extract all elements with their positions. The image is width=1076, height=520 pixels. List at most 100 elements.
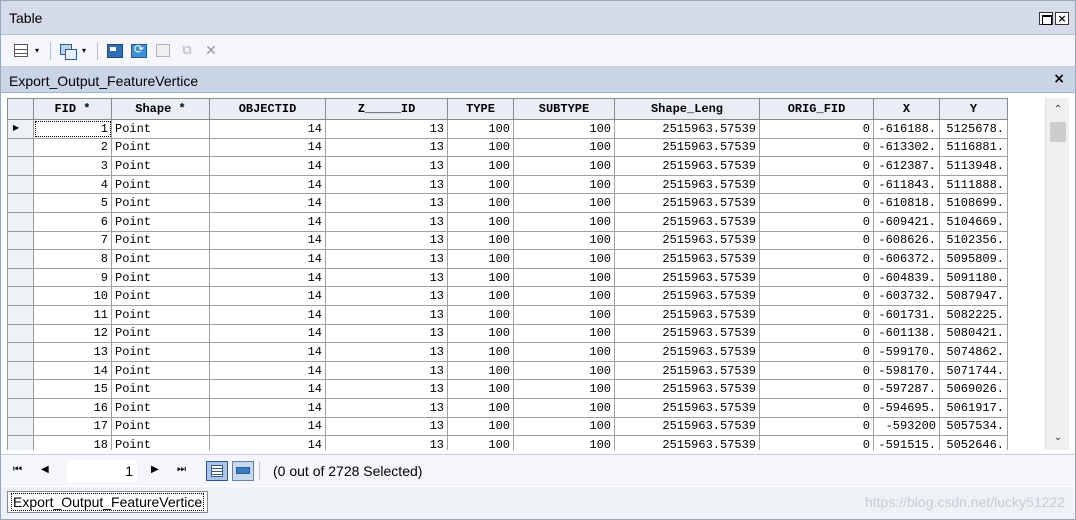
table-row[interactable]: 12 Point 14 13 100 100 2515963.57539 0 -601138. 5…	[7, 323, 1008, 344]
row-selector[interactable]	[7, 416, 34, 437]
table-cell[interactable]: 13	[325, 193, 448, 213]
table-cell[interactable]: 100	[447, 119, 514, 139]
table-cell[interactable]: 100	[513, 304, 615, 325]
table-cell[interactable]: 13	[325, 397, 448, 418]
vertical-scrollbar[interactable]: ⌃ ⌄	[1045, 98, 1069, 450]
table-cell[interactable]: -601138.	[873, 323, 940, 344]
column-header[interactable]: FID *	[33, 98, 112, 120]
table-cell[interactable]: 100	[447, 360, 514, 381]
table-row[interactable]: 11 Point 14 13 100 100 2515963.57539 0 -601731. 5…	[7, 304, 1008, 325]
table-cell[interactable]: 1	[33, 119, 112, 139]
clear-selection-icon[interactable]	[153, 42, 173, 60]
scroll-down-icon[interactable]: ⌄	[1046, 428, 1070, 448]
scroll-up-icon[interactable]: ⌃	[1046, 100, 1070, 120]
table-cell[interactable]: 14	[209, 119, 326, 139]
table-cell[interactable]: 0	[759, 323, 874, 344]
table-cell[interactable]: 100	[513, 323, 615, 344]
table-cell[interactable]: 13	[325, 174, 448, 195]
table-cell[interactable]: 100	[447, 137, 514, 158]
table-row[interactable]: 7 Point 14 13 100 100 2515963.57539 0 -608626. 51…	[7, 230, 1008, 251]
row-selector[interactable]	[7, 435, 34, 450]
previous-record-icon[interactable]: ◀	[41, 464, 49, 475]
table-cell[interactable]: 5082225.	[939, 304, 1008, 325]
table-cell[interactable]: 14	[209, 379, 326, 399]
row-selector[interactable]	[7, 267, 34, 288]
table-cell[interactable]: 100	[513, 360, 615, 381]
table-cell[interactable]: 13	[325, 342, 448, 362]
table-cell[interactable]: 17	[33, 416, 112, 437]
table-row[interactable]: 15 Point 14 13 100 100 2515963.57539 0 -597287. 5…	[7, 379, 1008, 399]
table-cell[interactable]: 100	[513, 119, 615, 139]
table-cell[interactable]: 2515963.57539	[614, 230, 760, 251]
table-options-dropdown-icon[interactable]: ▾	[35, 46, 43, 55]
table-cell[interactable]: 13	[33, 342, 112, 362]
table-cell[interactable]: 13	[325, 435, 448, 450]
table-cell[interactable]: 11	[33, 304, 112, 325]
switch-selection-icon[interactable]	[129, 42, 149, 60]
row-selector[interactable]	[7, 249, 34, 269]
table-cell[interactable]: 13	[325, 230, 448, 251]
table-cell[interactable]: 15	[33, 379, 112, 399]
table-row[interactable]: 18 Point 14 13 100 100 2515963.57539 0 -591515. 5…	[7, 435, 1008, 450]
table-cell[interactable]: -601731.	[873, 304, 940, 325]
table-cell[interactable]: 2515963.57539	[614, 360, 760, 381]
table-cell[interactable]: Point	[111, 249, 210, 269]
table-cell[interactable]: 13	[325, 156, 448, 176]
table-row[interactable]: 6 Point 14 13 100 100 2515963.57539 0 -609421. 51…	[7, 211, 1008, 232]
table-cell[interactable]: 14	[209, 435, 326, 450]
table-cell[interactable]: 16	[33, 397, 112, 418]
table-cell[interactable]: 100	[513, 267, 615, 288]
table-cell[interactable]: 2515963.57539	[614, 267, 760, 288]
table-cell[interactable]: 13	[325, 211, 448, 232]
column-header[interactable]: Y	[939, 98, 1008, 120]
table-cell[interactable]: 5104669.	[939, 211, 1008, 232]
table-cell[interactable]: 5095809.	[939, 249, 1008, 269]
table-cell[interactable]: 2515963.57539	[614, 174, 760, 195]
table-cell[interactable]: 14	[209, 416, 326, 437]
table-cell[interactable]: 9	[33, 267, 112, 288]
table-cell[interactable]: 0	[759, 137, 874, 158]
table-cell[interactable]: 0	[759, 174, 874, 195]
table-cell[interactable]: 4	[33, 174, 112, 195]
table-cell[interactable]: 100	[513, 137, 615, 158]
table-cell[interactable]: 100	[447, 249, 514, 269]
table-cell[interactable]: 100	[447, 286, 514, 306]
table-cell[interactable]: -594695.	[873, 397, 940, 418]
table-cell[interactable]: 5091180.	[939, 267, 1008, 288]
table-cell[interactable]: 2515963.57539	[614, 137, 760, 158]
table-cell[interactable]: 5080421.	[939, 323, 1008, 344]
table-cell[interactable]: 13	[325, 323, 448, 344]
table-cell[interactable]: 100	[447, 230, 514, 251]
row-selector[interactable]	[7, 174, 34, 195]
table-cell[interactable]: 5061917.	[939, 397, 1008, 418]
row-selector[interactable]	[7, 379, 34, 399]
table-cell[interactable]: -612387.	[873, 156, 940, 176]
table-cell[interactable]: 2515963.57539	[614, 379, 760, 399]
table-cell[interactable]: Point	[111, 193, 210, 213]
table-cell[interactable]: Point	[111, 304, 210, 325]
table-cell[interactable]: 100	[513, 211, 615, 232]
table-cell[interactable]: 13	[325, 379, 448, 399]
table-cell[interactable]: 100	[513, 249, 615, 269]
table-cell[interactable]: 3	[33, 156, 112, 176]
close-tab-icon[interactable]: ×	[1053, 71, 1065, 87]
table-cell[interactable]: 0	[759, 267, 874, 288]
row-selector[interactable]	[7, 193, 34, 213]
table-cell[interactable]: 100	[513, 416, 615, 437]
table-cell[interactable]: 100	[513, 174, 615, 195]
table-cell[interactable]: Point	[111, 211, 210, 232]
column-header[interactable]: TYPE	[447, 98, 514, 120]
table-cell[interactable]: 5057534.	[939, 416, 1008, 437]
table-cell[interactable]: 2515963.57539	[614, 119, 760, 139]
table-cell[interactable]: 14	[33, 360, 112, 381]
table-cell[interactable]: 2515963.57539	[614, 156, 760, 176]
table-cell[interactable]: -608626.	[873, 230, 940, 251]
zoom-to-selected-icon[interactable]: ⧉	[177, 42, 197, 60]
table-cell[interactable]: 6	[33, 211, 112, 232]
table-cell[interactable]: 14	[209, 323, 326, 344]
table-options-icon[interactable]	[11, 42, 31, 60]
row-selector[interactable]	[7, 211, 34, 232]
table-cell[interactable]: 5052646.	[939, 435, 1008, 450]
table-cell[interactable]: 14	[209, 137, 326, 158]
table-cell[interactable]: 13	[325, 267, 448, 288]
